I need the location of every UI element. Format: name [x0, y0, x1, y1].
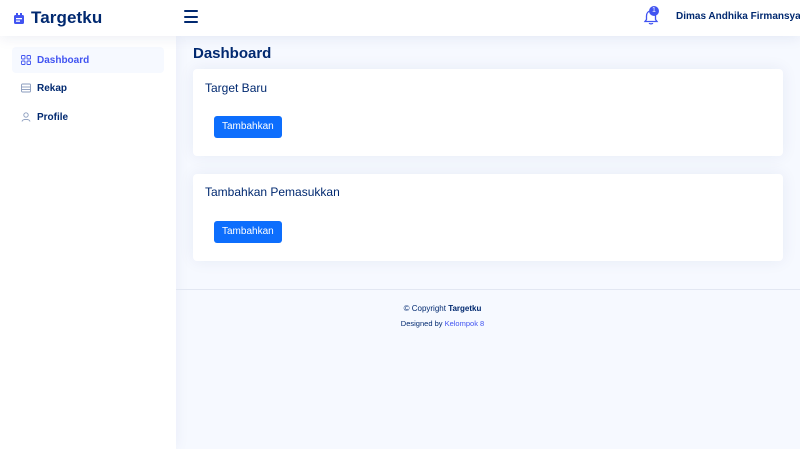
card-tambahkan-pemasukkan: Tambahkan Pemasukkan Tambahkan: [193, 174, 783, 261]
app-name: Targetku: [31, 8, 103, 27]
sidebar-item-profile[interactable]: Profile: [12, 104, 164, 130]
app-logo[interactable]: Targetku: [13, 6, 102, 30]
page-title: Dashboard: [193, 45, 272, 62]
copyright-prefix: © Copyright: [403, 304, 446, 313]
user-menu-toggle[interactable]: Dimas Andhika Firmansyah▼: [676, 11, 800, 22]
sidebar-item-rekap[interactable]: Rekap: [12, 75, 164, 101]
sidebar: Dashboard Rekap Profile: [0, 36, 176, 449]
credits-link[interactable]: Kelompok 8: [445, 319, 485, 328]
add-income-button[interactable]: Tambahkan: [214, 221, 282, 243]
sidebar-item-dashboard[interactable]: Dashboard: [12, 47, 164, 73]
sidebar-toggle-button[interactable]: [184, 10, 198, 23]
credits-prefix: Designed by: [400, 319, 443, 328]
sidebar-item-label: Dashboard: [37, 54, 90, 66]
footer-credits: Designed by Kelompok 8: [176, 319, 709, 328]
layout-icon: [21, 83, 31, 93]
person-icon: [21, 112, 31, 122]
sidebar-item-label: Rekap: [37, 82, 68, 94]
card-title: Tambahkan Pemasukkan: [205, 185, 340, 199]
copyright-brand: Targetku: [448, 304, 482, 313]
logo-icon: [13, 12, 26, 25]
footer-divider: [176, 289, 800, 290]
add-target-button[interactable]: Tambahkan: [214, 116, 282, 138]
sidebar-item-label: Profile: [37, 111, 69, 123]
notification-badge: 1: [649, 6, 659, 16]
grid-icon: [21, 55, 31, 65]
card-title: Target Baru: [205, 81, 268, 95]
top-header: Targetku 1 Dimas Andhika Firmansyah▼: [0, 0, 800, 36]
notifications-button[interactable]: 1: [643, 6, 659, 26]
card-target-baru: Target Baru Tambahkan: [193, 69, 783, 156]
footer-copyright: © Copyright Targetku: [176, 304, 709, 313]
user-name: Dimas Andhika Firmansyah: [676, 11, 800, 22]
